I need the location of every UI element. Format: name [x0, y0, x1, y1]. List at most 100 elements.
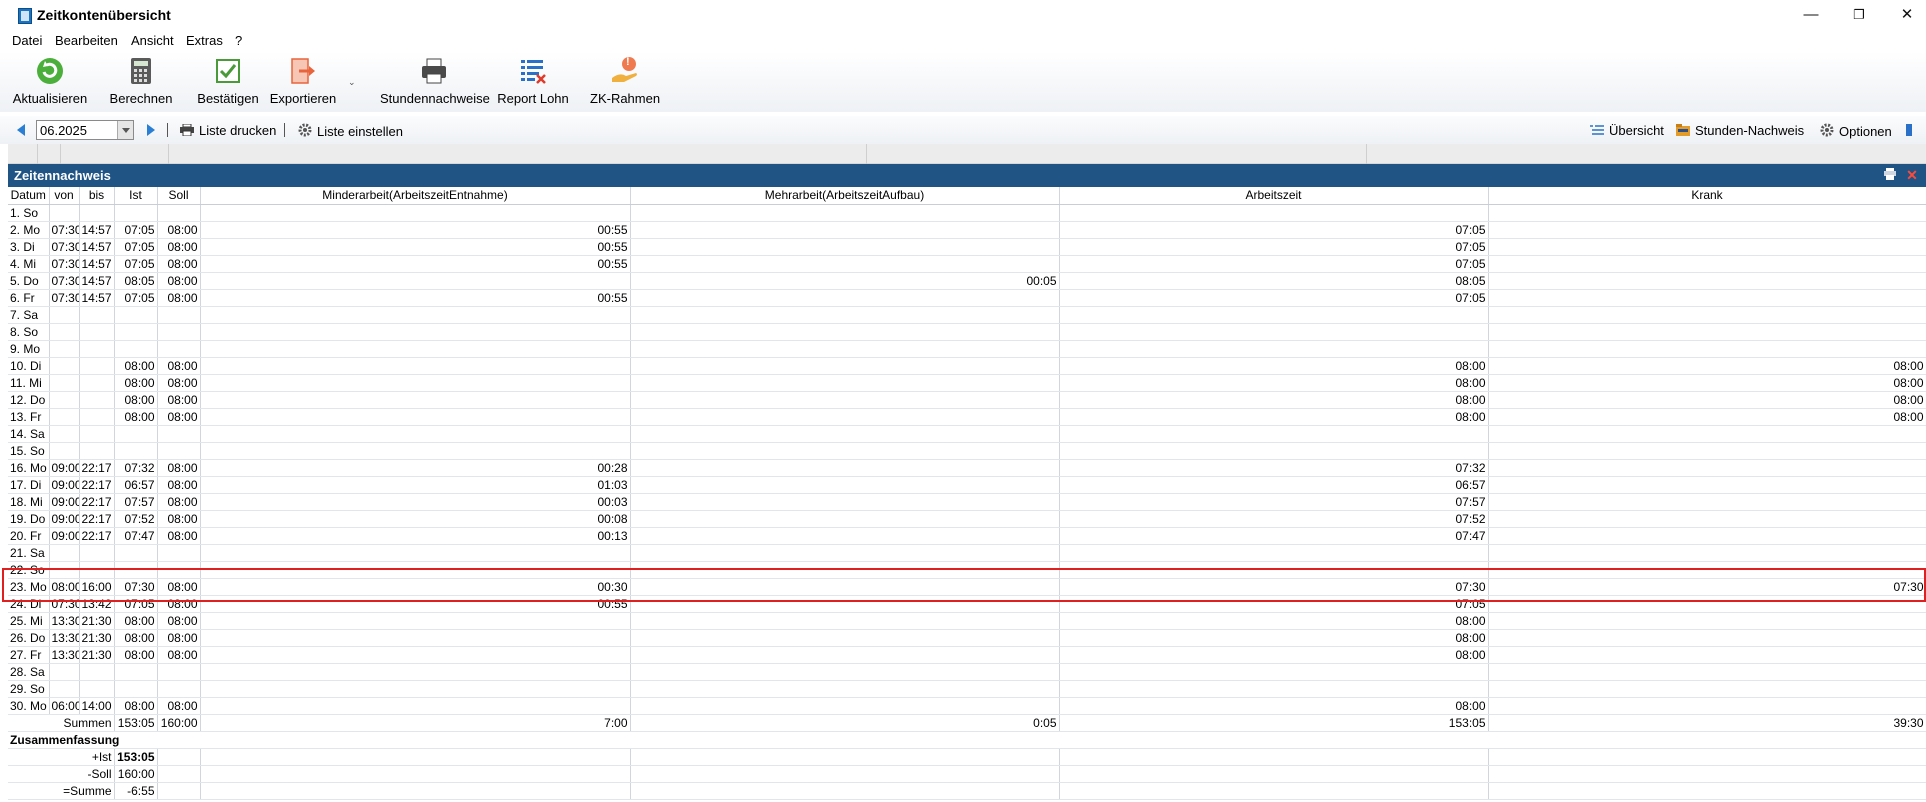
table-row[interactable]: 23. Mo 08:00 16:00 07:30 08:00 00:30 07:30 07:3… [8, 578, 1926, 596]
list-settings-link[interactable]: Liste einstellen [298, 123, 403, 139]
panel-close-icon[interactable]: ✕ [1904, 167, 1920, 183]
zk-frame-button[interactable]: ! ZK-Rahmen [590, 56, 660, 110]
table-row[interactable]: 8. So [8, 323, 1926, 341]
cell-datum: 22. So [8, 561, 50, 579]
period-dropdown-icon[interactable] [117, 121, 133, 139]
table-row[interactable]: 3. Di 07:30 14:57 07:05 08:00 00:55 07:05 [8, 238, 1926, 256]
cell-bis: 13:42 [79, 595, 115, 613]
hours-record-link[interactable]: Stunden-Nachweis [1676, 123, 1804, 138]
cell-krank [1488, 646, 1926, 664]
table-row[interactable]: 5. Do 07:30 14:57 08:05 08:00 00:05 08:05 [8, 272, 1926, 290]
next-period-icon[interactable] [147, 124, 155, 136]
cell-datum: 28. Sa [8, 663, 50, 681]
table-row[interactable]: 11. Mi 08:00 08:00 08:00 08:00 [8, 374, 1926, 392]
panel-title: Zeitennachweis [14, 168, 111, 183]
menu-help[interactable]: ? [235, 33, 242, 48]
confirm-button[interactable]: Bestätigen [194, 56, 262, 110]
table-row[interactable]: 1. So [8, 204, 1926, 222]
cell-mehrarbeit [630, 459, 1060, 477]
cell-minderarbeit: 00:55 [200, 289, 631, 307]
table-row[interactable]: 25. Mi 13:30 21:30 08:00 08:00 08:00 [8, 612, 1926, 630]
calculate-button[interactable]: Berechnen [108, 56, 174, 110]
blank-cell [1059, 782, 1489, 800]
refresh-button[interactable]: Aktualisieren [12, 56, 88, 110]
cell-krank [1488, 629, 1926, 647]
period-select[interactable]: 06.2025 [36, 120, 134, 140]
table-row[interactable]: 29. So [8, 680, 1926, 698]
overview-link[interactable]: Übersicht [1590, 123, 1664, 138]
timesheets-button[interactable]: Stundennachweise [380, 56, 490, 110]
table-row[interactable]: 24. Di 07:30 13:42 07:05 08:00 00:55 07:05 [8, 595, 1926, 613]
table-row[interactable]: 10. Di 08:00 08:00 08:00 08:00 [8, 357, 1926, 375]
cell-krank [1488, 425, 1926, 443]
cell-minderarbeit: 00:55 [200, 221, 631, 239]
table-row[interactable]: 27. Fr 13:30 21:30 08:00 08:00 08:00 [8, 646, 1926, 664]
cell-arbeitszeit: 07:32 [1059, 459, 1489, 477]
table-row[interactable]: 7. Sa [8, 306, 1926, 324]
table-row[interactable]: 13. Fr 08:00 08:00 08:00 08:00 [8, 408, 1926, 426]
table-row[interactable]: 30. Mo 06:00 14:00 08:00 08:00 08:00 [8, 697, 1926, 715]
cell-minderarbeit: 00:03 [200, 493, 631, 511]
export-dropdown-icon[interactable]: ⌄ [348, 77, 356, 88]
print-list-link[interactable]: Liste drucken [180, 123, 276, 138]
header-mehrarbeit[interactable]: Mehrarbeit(ArbeitszeitAufbau) [630, 187, 1060, 205]
cell-mehrarbeit [630, 204, 1060, 222]
header-von[interactable]: von [49, 187, 80, 205]
cell-arbeitszeit [1059, 680, 1489, 698]
menu-datei[interactable]: Datei [12, 33, 42, 48]
maximize-button[interactable]: ❐ [1836, 2, 1882, 28]
previous-period-icon[interactable] [17, 124, 25, 136]
header-arbeitszeit[interactable]: Arbeitszeit [1059, 187, 1489, 205]
table-row[interactable]: 6. Fr 07:30 14:57 07:05 08:00 00:55 07:05 [8, 289, 1926, 307]
table-row[interactable]: 19. Do 09:00 22:17 07:52 08:00 00:08 07:52 [8, 510, 1926, 528]
minimize-button[interactable]: — [1788, 2, 1834, 28]
header-soll[interactable]: Soll [157, 187, 201, 205]
table-row[interactable]: 4. Mi 07:30 14:57 07:05 08:00 00:55 07:05 [8, 255, 1926, 273]
export-button[interactable]: Exportieren [268, 56, 338, 110]
report-wage-button[interactable]: Report Lohn [496, 56, 570, 110]
table-row[interactable]: 20. Fr 09:00 22:17 07:47 08:00 00:13 07:47 [8, 527, 1926, 545]
table-row[interactable]: 18. Mi 09:00 22:17 07:57 08:00 00:03 07:57 [8, 493, 1926, 511]
table-row[interactable]: 15. So [8, 442, 1926, 460]
menu-bearbeiten[interactable]: Bearbeiten [55, 33, 118, 48]
title-bar: Zeitkontenübersicht — ❐ ✕ [0, 0, 1926, 30]
cell-arbeitszeit: 08:00 [1059, 391, 1489, 409]
header-datum[interactable]: Datum [8, 187, 50, 205]
table-row[interactable]: 2. Mo 07:30 14:57 07:05 08:00 00:55 07:05 [8, 221, 1926, 239]
table-row[interactable]: 9. Mo [8, 340, 1926, 358]
menu-extras[interactable]: Extras [186, 33, 223, 48]
cell-bis [79, 442, 115, 460]
cell-minderarbeit: 00:30 [200, 578, 631, 596]
header-minderarbeit[interactable]: Minderarbeit(ArbeitszeitEntnahme) [200, 187, 631, 205]
panel-toggle-icon[interactable] [1906, 124, 1912, 136]
table-row[interactable]: 26. Do 13:30 21:30 08:00 08:00 08:00 [8, 629, 1926, 647]
summary-title: Zusammenfassung [8, 731, 1926, 749]
options-link[interactable]: Optionen [1820, 123, 1892, 139]
cell-krank [1488, 255, 1926, 273]
panel-print-icon[interactable] [1882, 167, 1898, 183]
table-row[interactable]: 21. Sa [8, 544, 1926, 562]
cell-ist: 07:05 [114, 221, 158, 239]
menu-ansicht[interactable]: Ansicht [131, 33, 174, 48]
table-row[interactable]: 28. Sa [8, 663, 1926, 681]
cell-von: 09:00 [49, 493, 80, 511]
table-row[interactable]: 16. Mo 09:00 22:17 07:32 08:00 00:28 07:32 [8, 459, 1926, 477]
table-row[interactable]: 12. Do 08:00 08:00 08:00 08:00 [8, 391, 1926, 409]
table-row[interactable]: 17. Di 09:00 22:17 06:57 08:00 01:03 06:57 [8, 476, 1926, 494]
table-row[interactable]: 22. So [8, 561, 1926, 579]
printer-icon [419, 56, 449, 86]
header-krank[interactable]: Krank [1488, 187, 1926, 205]
close-button[interactable]: ✕ [1884, 2, 1926, 28]
cell-krank [1488, 459, 1926, 477]
cell-krank: 08:00 [1488, 357, 1926, 375]
cell-soll: 08:00 [157, 697, 201, 715]
header-bis[interactable]: bis [79, 187, 115, 205]
cell-soll: 08:00 [157, 578, 201, 596]
cell-ist [114, 425, 158, 443]
cell-minderarbeit [200, 680, 631, 698]
header-ist[interactable]: Ist [114, 187, 158, 205]
table-row[interactable]: 14. Sa [8, 425, 1926, 443]
cell-ist: 08:00 [114, 357, 158, 375]
cell-datum: 17. Di [8, 476, 50, 494]
cell-von: 07:30 [49, 255, 80, 273]
